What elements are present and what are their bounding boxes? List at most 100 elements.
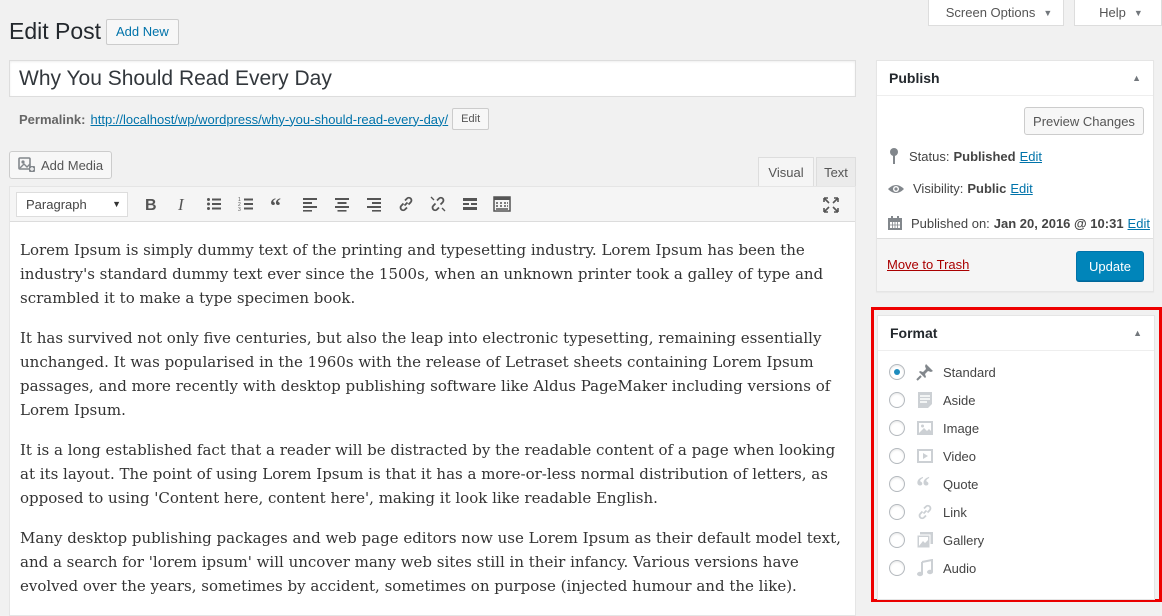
format-box: Format ▲ Standard Aside Image Video “ Qu… (877, 315, 1155, 600)
pin-icon (915, 362, 935, 382)
published-label: Published on: (911, 215, 990, 231)
link-icon (915, 502, 935, 522)
quote-icon: “ (915, 474, 935, 494)
gallery-icon (915, 530, 935, 550)
edit-date-link[interactable]: Edit (1128, 216, 1150, 231)
edit-permalink-button[interactable]: Edit (452, 108, 490, 130)
published-value: Jan 20, 2016 @ 10:31 (993, 215, 1124, 231)
add-new-button[interactable]: Add New (106, 19, 179, 45)
format-label: Audio (943, 560, 977, 576)
help-label: Help (1099, 5, 1126, 20)
move-to-trash-link[interactable]: Move to Trash (887, 257, 969, 272)
format-option-audio[interactable]: Audio (889, 554, 1154, 582)
align-center-button[interactable] (326, 190, 358, 218)
content-paragraph: Many desktop publishing packages and web… (20, 529, 841, 595)
calendar-icon (888, 216, 902, 230)
fullscreen-button[interactable] (815, 191, 847, 219)
edit-status-link[interactable]: Edit (1020, 149, 1042, 164)
format-label: Link (943, 504, 967, 520)
format-option-aside[interactable]: Aside (889, 386, 1154, 414)
align-right-button[interactable] (358, 190, 390, 218)
collapse-arrow-icon[interactable]: ▲ (1133, 328, 1142, 338)
post-status-row: Status: Published Edit (887, 147, 1042, 165)
format-label: Standard (943, 364, 996, 380)
format-option-image[interactable]: Image (889, 414, 1154, 442)
bulleted-list-button[interactable] (198, 190, 230, 218)
block-format-select[interactable]: Paragraph ▼ (16, 191, 128, 217)
preview-changes-button[interactable]: Preview Changes (1024, 107, 1144, 135)
add-media-label: Add Media (41, 157, 104, 173)
bulleted-list-icon (207, 198, 221, 210)
numbered-list-icon: 1 2 3 (238, 197, 253, 212)
aside-icon (915, 390, 935, 410)
update-button[interactable]: Update (1076, 251, 1144, 281)
read-more-button[interactable] (454, 190, 486, 218)
publish-box-header[interactable]: Publish ▲ (877, 61, 1153, 96)
svg-text:3: 3 (238, 207, 241, 212)
permalink-base: http://localhost/wp/wordpress/ (90, 111, 262, 127)
bold-icon: B (145, 197, 157, 212)
insert-link-button[interactable] (390, 190, 422, 218)
editor-content[interactable]: Lorem Ipsum is simply dummy text of the … (10, 222, 855, 598)
collapse-arrow-icon[interactable]: ▲ (1132, 73, 1141, 83)
visibility-label: Visibility: (913, 181, 964, 196)
status-label: Status: (909, 148, 950, 164)
radio-button[interactable] (889, 504, 905, 520)
format-label: Quote (943, 476, 979, 492)
format-label: Video (943, 448, 977, 464)
radio-button[interactable] (889, 392, 905, 408)
add-media-button[interactable]: Add Media (9, 151, 112, 179)
eye-icon (888, 184, 904, 193)
bold-button[interactable]: B (134, 190, 166, 218)
post-title-input[interactable] (9, 60, 856, 97)
quote-icon: “ (270, 196, 281, 212)
permalink-end: / (444, 111, 449, 127)
caret-down-icon: ▼ (112, 199, 121, 209)
publish-box: Publish ▲ Preview Changes Status: Publis… (876, 60, 1154, 292)
status-value: Published (953, 148, 1016, 164)
numbered-list-button[interactable]: 1 2 3 (230, 190, 262, 218)
svg-text:“: “ (270, 196, 281, 212)
align-left-button[interactable] (294, 190, 326, 218)
align-center-icon (335, 198, 349, 212)
screen-options-label: Screen Options (945, 5, 1036, 20)
permalink-link[interactable]: http://localhost/wp/wordpress/why-you-sh… (90, 112, 448, 127)
audio-icon (915, 558, 935, 578)
format-label: Image (943, 420, 980, 436)
radio-button[interactable] (889, 448, 905, 464)
format-option-gallery[interactable]: Gallery (889, 526, 1154, 554)
tab-visual[interactable]: Visual (758, 157, 814, 187)
format-options: Standard Aside Image Video “ Quote Link … (878, 351, 1154, 582)
format-option-link[interactable]: Link (889, 498, 1154, 526)
pin-icon (890, 148, 898, 164)
format-option-quote[interactable]: “ Quote (889, 470, 1154, 498)
radio-button[interactable] (889, 364, 905, 380)
radio-button[interactable] (889, 420, 905, 436)
visibility-value: Public (967, 181, 1007, 196)
align-left-icon (303, 198, 317, 212)
screen-options-button[interactable]: Screen Options ▼ (928, 0, 1064, 26)
screen-meta-tabs: Screen Options ▼ Help ▼ (918, 0, 1162, 26)
add-media-icon (18, 157, 35, 172)
block-format-value: Paragraph (26, 196, 87, 212)
radio-button[interactable] (889, 532, 905, 548)
radio-button[interactable] (889, 560, 905, 576)
format-option-standard[interactable]: Standard (889, 358, 1154, 386)
blockquote-button[interactable]: “ (262, 190, 294, 218)
format-box-header[interactable]: Format ▲ (878, 316, 1154, 351)
format-label: Gallery (943, 532, 985, 548)
remove-link-button[interactable] (422, 190, 454, 218)
toolbar-toggle-button[interactable] (486, 190, 518, 218)
link-icon (399, 196, 413, 212)
content-paragraph: Lorem Ipsum is simply dummy text of the … (20, 241, 824, 307)
caret-down-icon: ▼ (1133, 7, 1143, 18)
italic-button[interactable]: I (166, 190, 198, 218)
radio-button[interactable] (889, 476, 905, 492)
format-label: Aside (943, 392, 976, 408)
help-button[interactable]: Help ▼ (1074, 0, 1162, 26)
edit-visibility-link[interactable]: Edit (1010, 181, 1032, 196)
tab-text[interactable]: Text (816, 157, 856, 186)
permalink-label: Permalink: (19, 111, 86, 127)
fullscreen-icon (823, 197, 839, 213)
format-option-video[interactable]: Video (889, 442, 1154, 470)
